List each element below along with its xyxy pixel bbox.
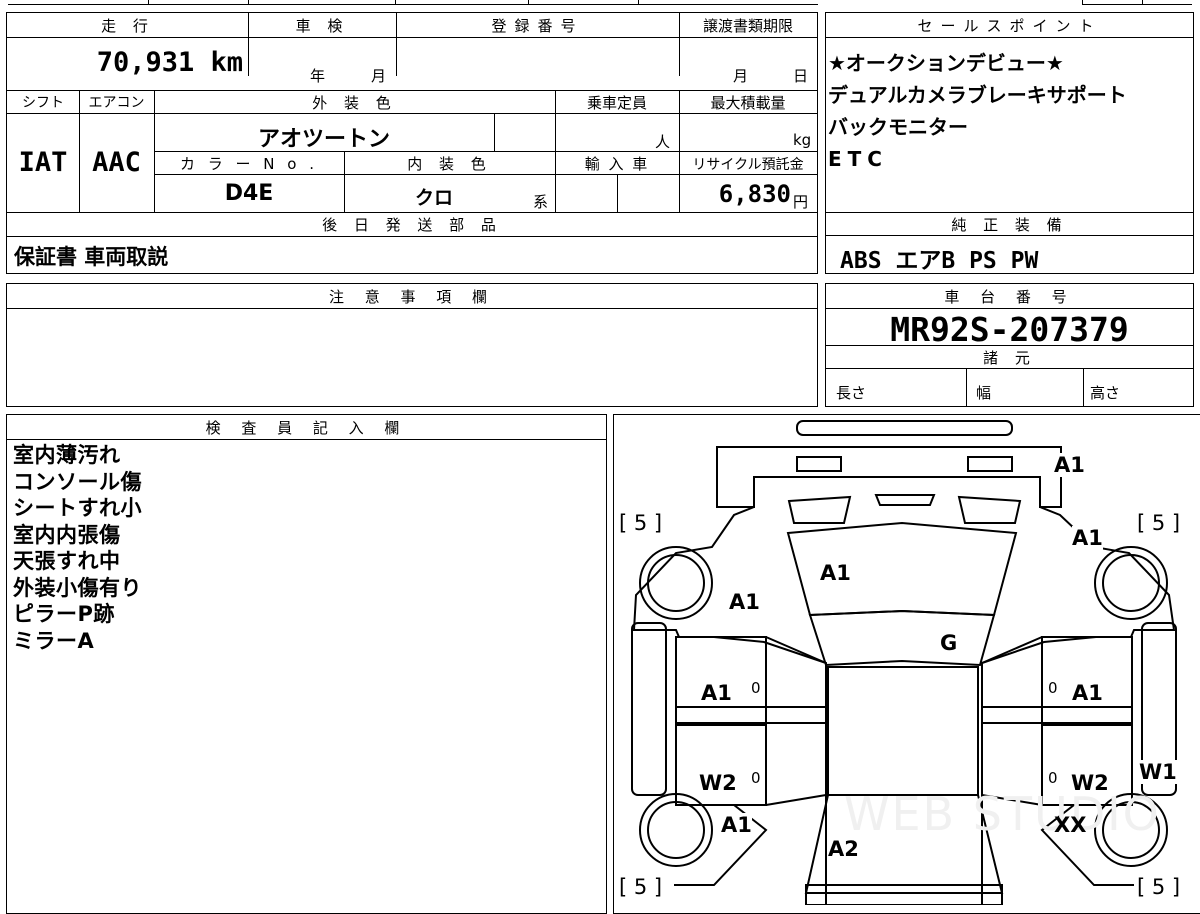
- left-rear-door-zero: 0: [751, 769, 761, 787]
- inspector-note: ピラーP跡: [13, 602, 115, 626]
- spec-width: 幅: [976, 384, 992, 402]
- left-quarter-grade: A1: [721, 813, 752, 837]
- left-front-door-zero: 0: [751, 679, 761, 697]
- mileage-header: 走 行: [101, 17, 154, 35]
- windshield-grade: G: [940, 631, 958, 655]
- shift-header: シフト: [22, 95, 64, 111]
- top-strip: [0, 0, 1200, 8]
- inspector-note: シートすれ小: [13, 496, 142, 520]
- inspection-year: 年: [310, 67, 326, 85]
- capacity-header: 乗車定員: [586, 94, 647, 112]
- transfer-deadline-header: 譲渡書類期限: [702, 17, 793, 35]
- exterior-color-header: 外 装 色: [312, 94, 397, 112]
- left-rear-door-grade: W2: [699, 771, 737, 795]
- interior-color-header: 内 装 色: [407, 155, 492, 173]
- right-quarter-grade: XX: [1054, 813, 1087, 837]
- later-parts-header: 後 日 発 送 部 品: [322, 216, 502, 234]
- specs-header: 諸 元: [983, 349, 1036, 367]
- right-side-sill-grade: W1: [1139, 760, 1177, 784]
- inspector-note: コンソール傷: [13, 469, 142, 494]
- sales-points-box: セールスポイント ★オークションデビュー★ デュアルカメラブレーキサポート バッ…: [825, 12, 1194, 213]
- sales-point-item: デュアルカメラブレーキサポート: [828, 83, 1127, 107]
- rear-window-grade: A2: [828, 837, 859, 861]
- registration-header: 登録番号: [491, 17, 584, 35]
- inspector-box: 検 査 員 記 入 欄 室内薄汚れ コンソール傷 シートすれ小 室内内張傷 天張…: [6, 414, 607, 914]
- tire-front-left-depth: [ 5 ]: [619, 511, 663, 535]
- watermark: WEB STUDIO: [844, 787, 1161, 841]
- chassis-box: 車 台 番 号 MR92S-207379 諸 元 長さ 幅 高さ: [825, 283, 1194, 407]
- tire-front-right-depth: [ 5 ]: [1137, 511, 1181, 535]
- left-fender-grade: A1: [729, 590, 760, 614]
- inspection-header: 車 検: [295, 17, 349, 35]
- chassis-number: MR92S-207379: [890, 310, 1129, 349]
- front-bumper-grade: A1: [1054, 453, 1085, 477]
- color-no-value: D4E: [224, 181, 274, 206]
- chassis-header: 車 台 番 号: [944, 288, 1075, 306]
- inspector-notes-list: 室内薄汚れ コンソール傷 シートすれ小 室内内張傷 天張すれ中 外装小傷有り ピ…: [13, 442, 142, 654]
- standard-equipment-box: 純 正 装 備 ABS エアB PS PW: [825, 212, 1194, 274]
- capacity-unit: 人: [655, 133, 671, 151]
- right-front-door-zero: 0: [1048, 679, 1058, 697]
- right-front-door-grade: A1: [1072, 681, 1103, 705]
- spec-length: 長さ: [836, 384, 867, 402]
- inspector-note: 天張すれ中: [13, 549, 121, 573]
- hood-grade: A1: [820, 561, 851, 585]
- max-load-header: 最大積載量: [710, 94, 786, 112]
- left-front-door-grade: A1: [701, 681, 732, 705]
- mileage-value: 70,931 km: [96, 47, 243, 78]
- interior-suffix: 系: [533, 193, 549, 211]
- import-header: 輸 入 車: [584, 155, 650, 173]
- car-diagram-box: WEB STUDIO A1 A1 A1 A1 G A1 A1 W2 W2 W1 …: [613, 414, 1200, 914]
- later-parts-value: 保証書 車両取説: [14, 245, 169, 269]
- standard-equipment-value: ABS エアB PS PW: [840, 248, 1039, 274]
- exterior-color-value: アオツートン: [257, 127, 390, 152]
- notes-header: 注 意 事 項 欄: [328, 288, 496, 306]
- tire-rear-left-depth: [ 5 ]: [619, 875, 663, 899]
- deadline-day: 日: [793, 67, 809, 85]
- recycle-amount: 6,830: [718, 180, 791, 208]
- inspector-note: ミラーA: [13, 628, 95, 653]
- front-right-fender-grade: A1: [1072, 526, 1103, 550]
- aircon-value: AAC: [92, 147, 141, 178]
- right-rear-door-zero: 0: [1048, 769, 1058, 787]
- notes-box: 注 意 事 項 欄: [6, 283, 818, 407]
- spec-height: 高さ: [1090, 384, 1121, 402]
- vehicle-info-table: 走 行 車 検 登録番号 譲渡書類期限 70,931 km 年 月 月 日 シフ…: [6, 12, 818, 274]
- inspector-header: 検 査 員 記 入 欄: [205, 419, 408, 437]
- aircon-header: エアコン: [88, 95, 145, 111]
- inspector-note: 室内薄汚れ: [13, 443, 121, 467]
- sales-point-item: ETC: [828, 147, 888, 171]
- deadline-month: 月: [733, 67, 749, 85]
- sales-point-item: バックモニター: [828, 115, 968, 139]
- load-unit: kg: [793, 131, 812, 149]
- sales-points-header: セールスポイント: [917, 17, 1102, 35]
- inspector-note: 外装小傷有り: [13, 575, 142, 600]
- right-rear-door-grade: W2: [1071, 771, 1109, 795]
- standard-equipment-header: 純 正 装 備: [951, 216, 1068, 234]
- sales-points-list: ★オークションデビュー★ デュアルカメラブレーキサポート バックモニター ETC: [828, 47, 1127, 175]
- interior-color-value: クロ: [414, 187, 453, 209]
- recycle-unit: 円: [793, 193, 809, 211]
- sales-point-item: ★オークションデビュー★: [828, 51, 1064, 75]
- inspector-note: 室内内張傷: [13, 522, 121, 547]
- inspection-month: 月: [371, 67, 387, 85]
- shift-value: IAT: [18, 147, 68, 178]
- color-no-header: カ ラ ー N o .: [179, 155, 318, 173]
- tire-rear-right-depth: [ 5 ]: [1137, 875, 1181, 899]
- recycle-header: リサイクル預託金: [692, 157, 804, 173]
